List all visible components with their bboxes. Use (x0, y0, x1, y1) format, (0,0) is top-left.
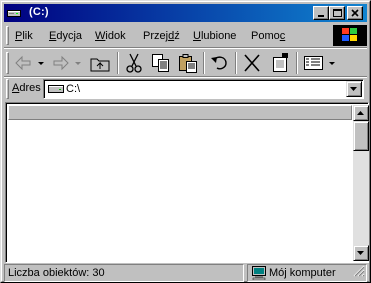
forward-button[interactable] (50, 52, 84, 74)
toolbar-separator (296, 52, 298, 74)
properties-icon (273, 53, 288, 72)
up-folder-icon (90, 58, 110, 72)
column-header[interactable] (8, 105, 352, 120)
status-object-count: Liczba obiektów: 30 (8, 267, 105, 279)
cut-icon (126, 53, 142, 73)
minimize-icon (318, 15, 324, 17)
toolbar-separator (117, 52, 119, 74)
menu-file[interactable]: Plik (15, 30, 33, 42)
status-zone: Mój komputer (269, 267, 336, 279)
delete-icon (244, 54, 260, 72)
toolbar-separator (235, 52, 237, 74)
menu-help[interactable]: Pomoc (251, 30, 285, 42)
address-dropdown-button[interactable] (346, 81, 362, 97)
toolbar-separator (203, 52, 205, 74)
properties-button[interactable] (268, 52, 292, 74)
menu-favorites[interactable]: Ulubione (193, 30, 236, 42)
up-folder-button[interactable] (88, 52, 112, 74)
back-button[interactable] (12, 52, 46, 74)
scroll-thumb[interactable] (353, 121, 369, 151)
toolbar (4, 49, 367, 77)
resize-grip-icon[interactable] (353, 265, 365, 280)
forward-icon (53, 55, 81, 71)
back-icon (15, 55, 44, 71)
windows-logo (333, 25, 367, 46)
drive-icon (48, 84, 64, 97)
status-bar: Liczba obiektów: 30 Mój komputer (4, 264, 367, 282)
maximize-icon (333, 9, 342, 17)
menu-grip[interactable] (6, 26, 9, 45)
address-label: Adres (12, 82, 41, 94)
paste-button[interactable] (176, 52, 200, 74)
copy-icon (152, 54, 169, 72)
chevron-down-icon (350, 87, 357, 91)
chevron-down-icon (357, 251, 364, 255)
views-button[interactable] (302, 52, 338, 74)
scroll-down-button[interactable] (353, 245, 369, 261)
window-frame: (C:) Plik Edycja Widok Przejdź Ulubione … (1, 1, 370, 282)
address-bar: Adres C:\ (4, 78, 367, 100)
vertical-scrollbar[interactable] (353, 105, 369, 261)
scroll-up-button[interactable] (353, 105, 369, 121)
status-zone-pane: Mój komputer (247, 264, 367, 282)
explorer-window: (C:) Plik Edycja Widok Przejdź Ulubione … (0, 0, 371, 283)
windows-flag-icon (342, 28, 357, 41)
menu-view[interactable]: Widok (95, 30, 126, 42)
close-icon (351, 9, 359, 17)
paste-icon (179, 54, 197, 73)
chevron-up-icon (357, 111, 364, 115)
my-computer-icon (251, 266, 267, 283)
file-list-pane[interactable] (5, 102, 369, 263)
undo-button[interactable] (208, 52, 232, 74)
address-grip[interactable] (6, 79, 9, 99)
copy-button[interactable] (149, 52, 173, 74)
undo-icon (211, 56, 227, 70)
menu-go[interactable]: Przejdź (143, 30, 180, 42)
drive-icon (7, 6, 21, 19)
window-title: (C:) (29, 6, 49, 18)
status-object-count-pane: Liczba obiektów: 30 (4, 264, 244, 282)
menu-bar: Plik Edycja Widok Przejdź Ulubione Pomoc (4, 23, 367, 48)
delete-button[interactable] (240, 52, 264, 74)
maximize-button[interactable] (329, 6, 345, 20)
cut-button[interactable] (122, 52, 146, 74)
views-icon (304, 56, 335, 70)
minimize-button[interactable] (313, 6, 329, 20)
address-value: C:\ (66, 83, 81, 95)
title-bar[interactable]: (C:) (4, 4, 367, 22)
toolbar-grip[interactable] (6, 52, 9, 74)
menu-edit[interactable]: Edycja (49, 30, 82, 42)
close-button[interactable] (347, 6, 363, 20)
address-input[interactable]: C:\ (43, 79, 364, 99)
